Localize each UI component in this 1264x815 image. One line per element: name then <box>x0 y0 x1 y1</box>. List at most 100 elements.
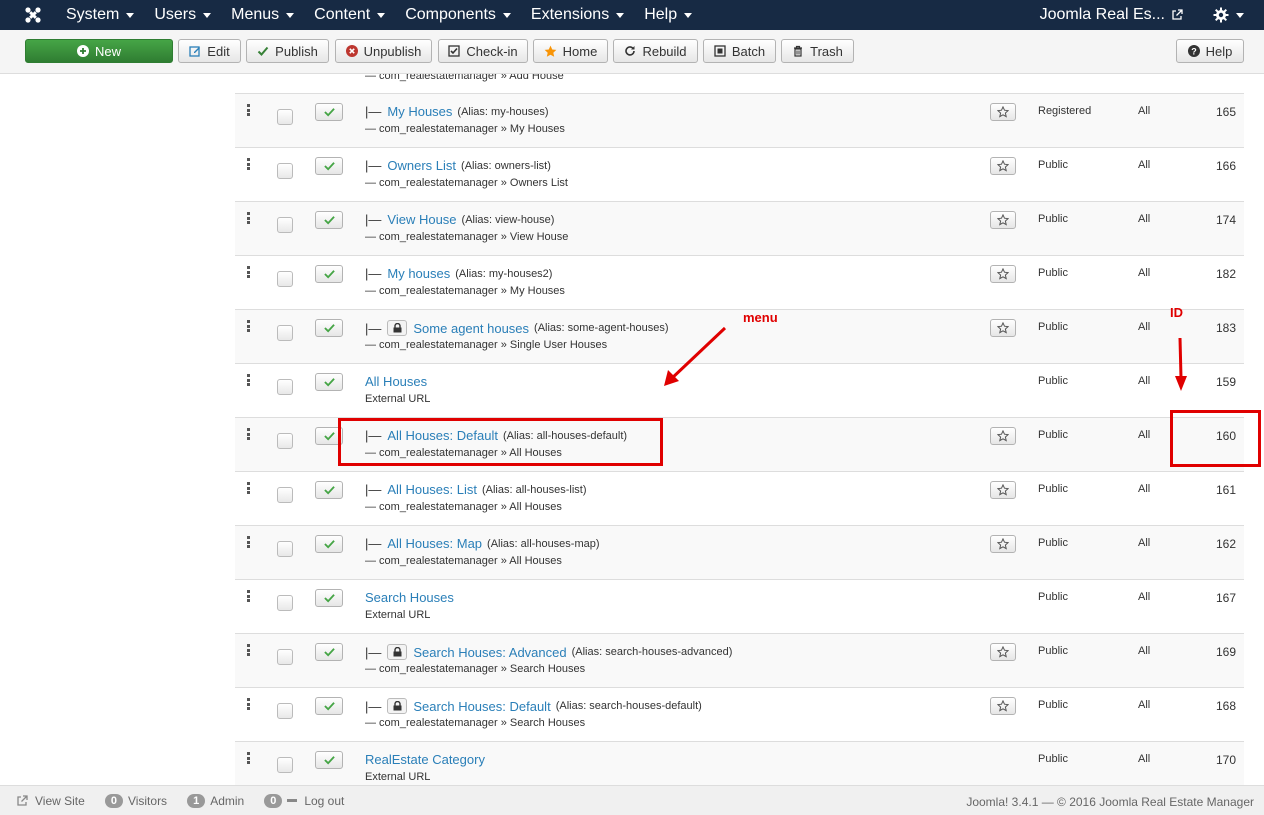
item-alias: (Alias: all-houses-map) <box>487 537 600 550</box>
publish-toggle[interactable] <box>315 751 343 769</box>
item-type: — com_realestatemanager » All Houses <box>365 501 562 513</box>
language: All <box>1138 591 1151 603</box>
drag-handle-icon[interactable] <box>247 320 251 332</box>
home-star-toggle[interactable] <box>990 211 1016 229</box>
nav-extensions[interactable]: Extensions <box>531 6 625 24</box>
publish-toggle[interactable] <box>315 481 343 499</box>
help-button[interactable]: ? Help <box>1176 39 1244 63</box>
new-button[interactable]: New <box>25 39 173 63</box>
drag-handle-icon[interactable] <box>247 698 251 710</box>
row-checkbox[interactable] <box>277 325 293 341</box>
row-checkbox[interactable] <box>277 271 293 287</box>
publish-toggle[interactable] <box>315 211 343 229</box>
home-star-toggle[interactable] <box>990 535 1016 553</box>
item-title-link[interactable]: RealEstate Category <box>365 752 485 767</box>
drag-handle-icon[interactable] <box>247 158 251 170</box>
check-icon <box>323 108 335 117</box>
item-title-link[interactable]: Owners List <box>387 158 456 173</box>
item-title-link[interactable]: Search Houses <box>365 590 454 605</box>
lock-icon[interactable] <box>387 320 408 336</box>
language: All <box>1138 699 1151 711</box>
item-title-link[interactable]: Some agent houses <box>413 321 529 336</box>
home-star-toggle[interactable] <box>990 319 1016 337</box>
external-link-icon <box>17 794 28 806</box>
joomla-logo-icon[interactable] <box>0 0 66 30</box>
publish-toggle[interactable] <box>315 697 343 715</box>
item-title-link[interactable]: Search Houses: Advanced <box>413 645 566 660</box>
nav-menus[interactable]: Menus <box>231 6 295 24</box>
home-star-toggle[interactable] <box>990 103 1016 121</box>
caret-down-icon <box>126 12 135 18</box>
drag-handle-icon[interactable] <box>247 428 251 440</box>
home-star-toggle[interactable] <box>990 643 1016 661</box>
row-checkbox[interactable] <box>277 109 293 125</box>
row-checkbox[interactable] <box>277 757 293 773</box>
home-star-toggle[interactable] <box>990 265 1016 283</box>
row-checkbox[interactable] <box>277 487 293 503</box>
lock-icon[interactable] <box>387 698 408 714</box>
row-checkbox[interactable] <box>277 433 293 449</box>
publish-toggle[interactable] <box>315 373 343 391</box>
language: All <box>1138 753 1151 765</box>
home-star-toggle[interactable] <box>990 697 1016 715</box>
view-site-link[interactable]: View Site <box>16 794 85 808</box>
item-title-link[interactable]: My Houses <box>387 104 452 119</box>
row-checkbox[interactable] <box>277 703 293 719</box>
home-button[interactable]: Home <box>533 39 608 63</box>
drag-handle-icon[interactable] <box>247 482 251 494</box>
publish-toggle[interactable] <box>315 643 343 661</box>
item-title-link[interactable]: All Houses <box>365 374 427 389</box>
drag-handle-icon[interactable] <box>247 644 251 656</box>
drag-handle-icon[interactable] <box>247 266 251 278</box>
question-circle-icon: ? <box>1187 45 1200 57</box>
row-checkbox[interactable] <box>277 217 293 233</box>
row-checkbox[interactable] <box>277 379 293 395</box>
access-level: Public <box>1038 645 1068 657</box>
drag-handle-icon[interactable] <box>247 752 251 764</box>
row-checkbox[interactable] <box>277 649 293 665</box>
home-star-toggle[interactable] <box>990 481 1016 499</box>
rebuild-button[interactable]: Rebuild <box>613 39 698 63</box>
drag-handle-icon[interactable] <box>247 590 251 602</box>
settings-menu[interactable] <box>1213 7 1244 23</box>
item-title-link[interactable]: All Houses: List <box>387 482 477 497</box>
nav-components[interactable]: Components <box>405 6 511 24</box>
nav-users[interactable]: Users <box>154 6 212 24</box>
item-title-link[interactable]: Search Houses: Default <box>413 699 550 714</box>
nav-help[interactable]: Help <box>644 6 693 24</box>
publish-toggle[interactable] <box>315 157 343 175</box>
row-checkbox[interactable] <box>277 595 293 611</box>
item-type: External URL <box>365 393 431 405</box>
drag-handle-icon[interactable] <box>247 104 251 116</box>
row-checkbox[interactable] <box>277 541 293 557</box>
item-title-link[interactable]: All Houses: Map <box>387 536 482 551</box>
home-star-toggle[interactable] <box>990 427 1016 445</box>
table-row: |— My houses (Alias: my-houses2) — com_real… <box>235 255 1244 309</box>
item-title-link[interactable]: View House <box>387 212 456 227</box>
publish-button[interactable]: Publish <box>246 39 329 63</box>
publish-toggle[interactable] <box>315 319 343 337</box>
lock-icon[interactable] <box>387 644 408 660</box>
publish-toggle[interactable] <box>315 265 343 283</box>
batch-button[interactable]: Batch <box>703 39 776 63</box>
admin-count-badge: 1 <box>187 793 206 808</box>
drag-handle-icon[interactable] <box>247 374 251 386</box>
trash-button[interactable]: Trash <box>781 39 854 63</box>
logout-link[interactable]: Log out <box>304 794 344 808</box>
drag-handle-icon[interactable] <box>247 212 251 224</box>
top-navbar: System Users Menus Content Components Ex… <box>0 0 1264 30</box>
item-title-link[interactable]: My houses <box>387 266 450 281</box>
publish-toggle[interactable] <box>315 589 343 607</box>
unpublish-button[interactable]: Unpublish <box>335 39 432 63</box>
nav-content[interactable]: Content <box>314 6 386 24</box>
publish-toggle[interactable] <box>315 103 343 121</box>
drag-handle-icon[interactable] <box>247 536 251 548</box>
checkin-button[interactable]: Check-in <box>438 39 528 63</box>
publish-toggle[interactable] <box>315 535 343 553</box>
edit-button[interactable]: Edit <box>178 39 241 63</box>
row-checkbox[interactable] <box>277 163 293 179</box>
home-star-toggle[interactable] <box>990 157 1016 175</box>
nav-system[interactable]: System <box>66 6 135 24</box>
caret-down-icon <box>377 12 386 18</box>
site-link[interactable]: Joomla Real Es... <box>1040 6 1183 24</box>
